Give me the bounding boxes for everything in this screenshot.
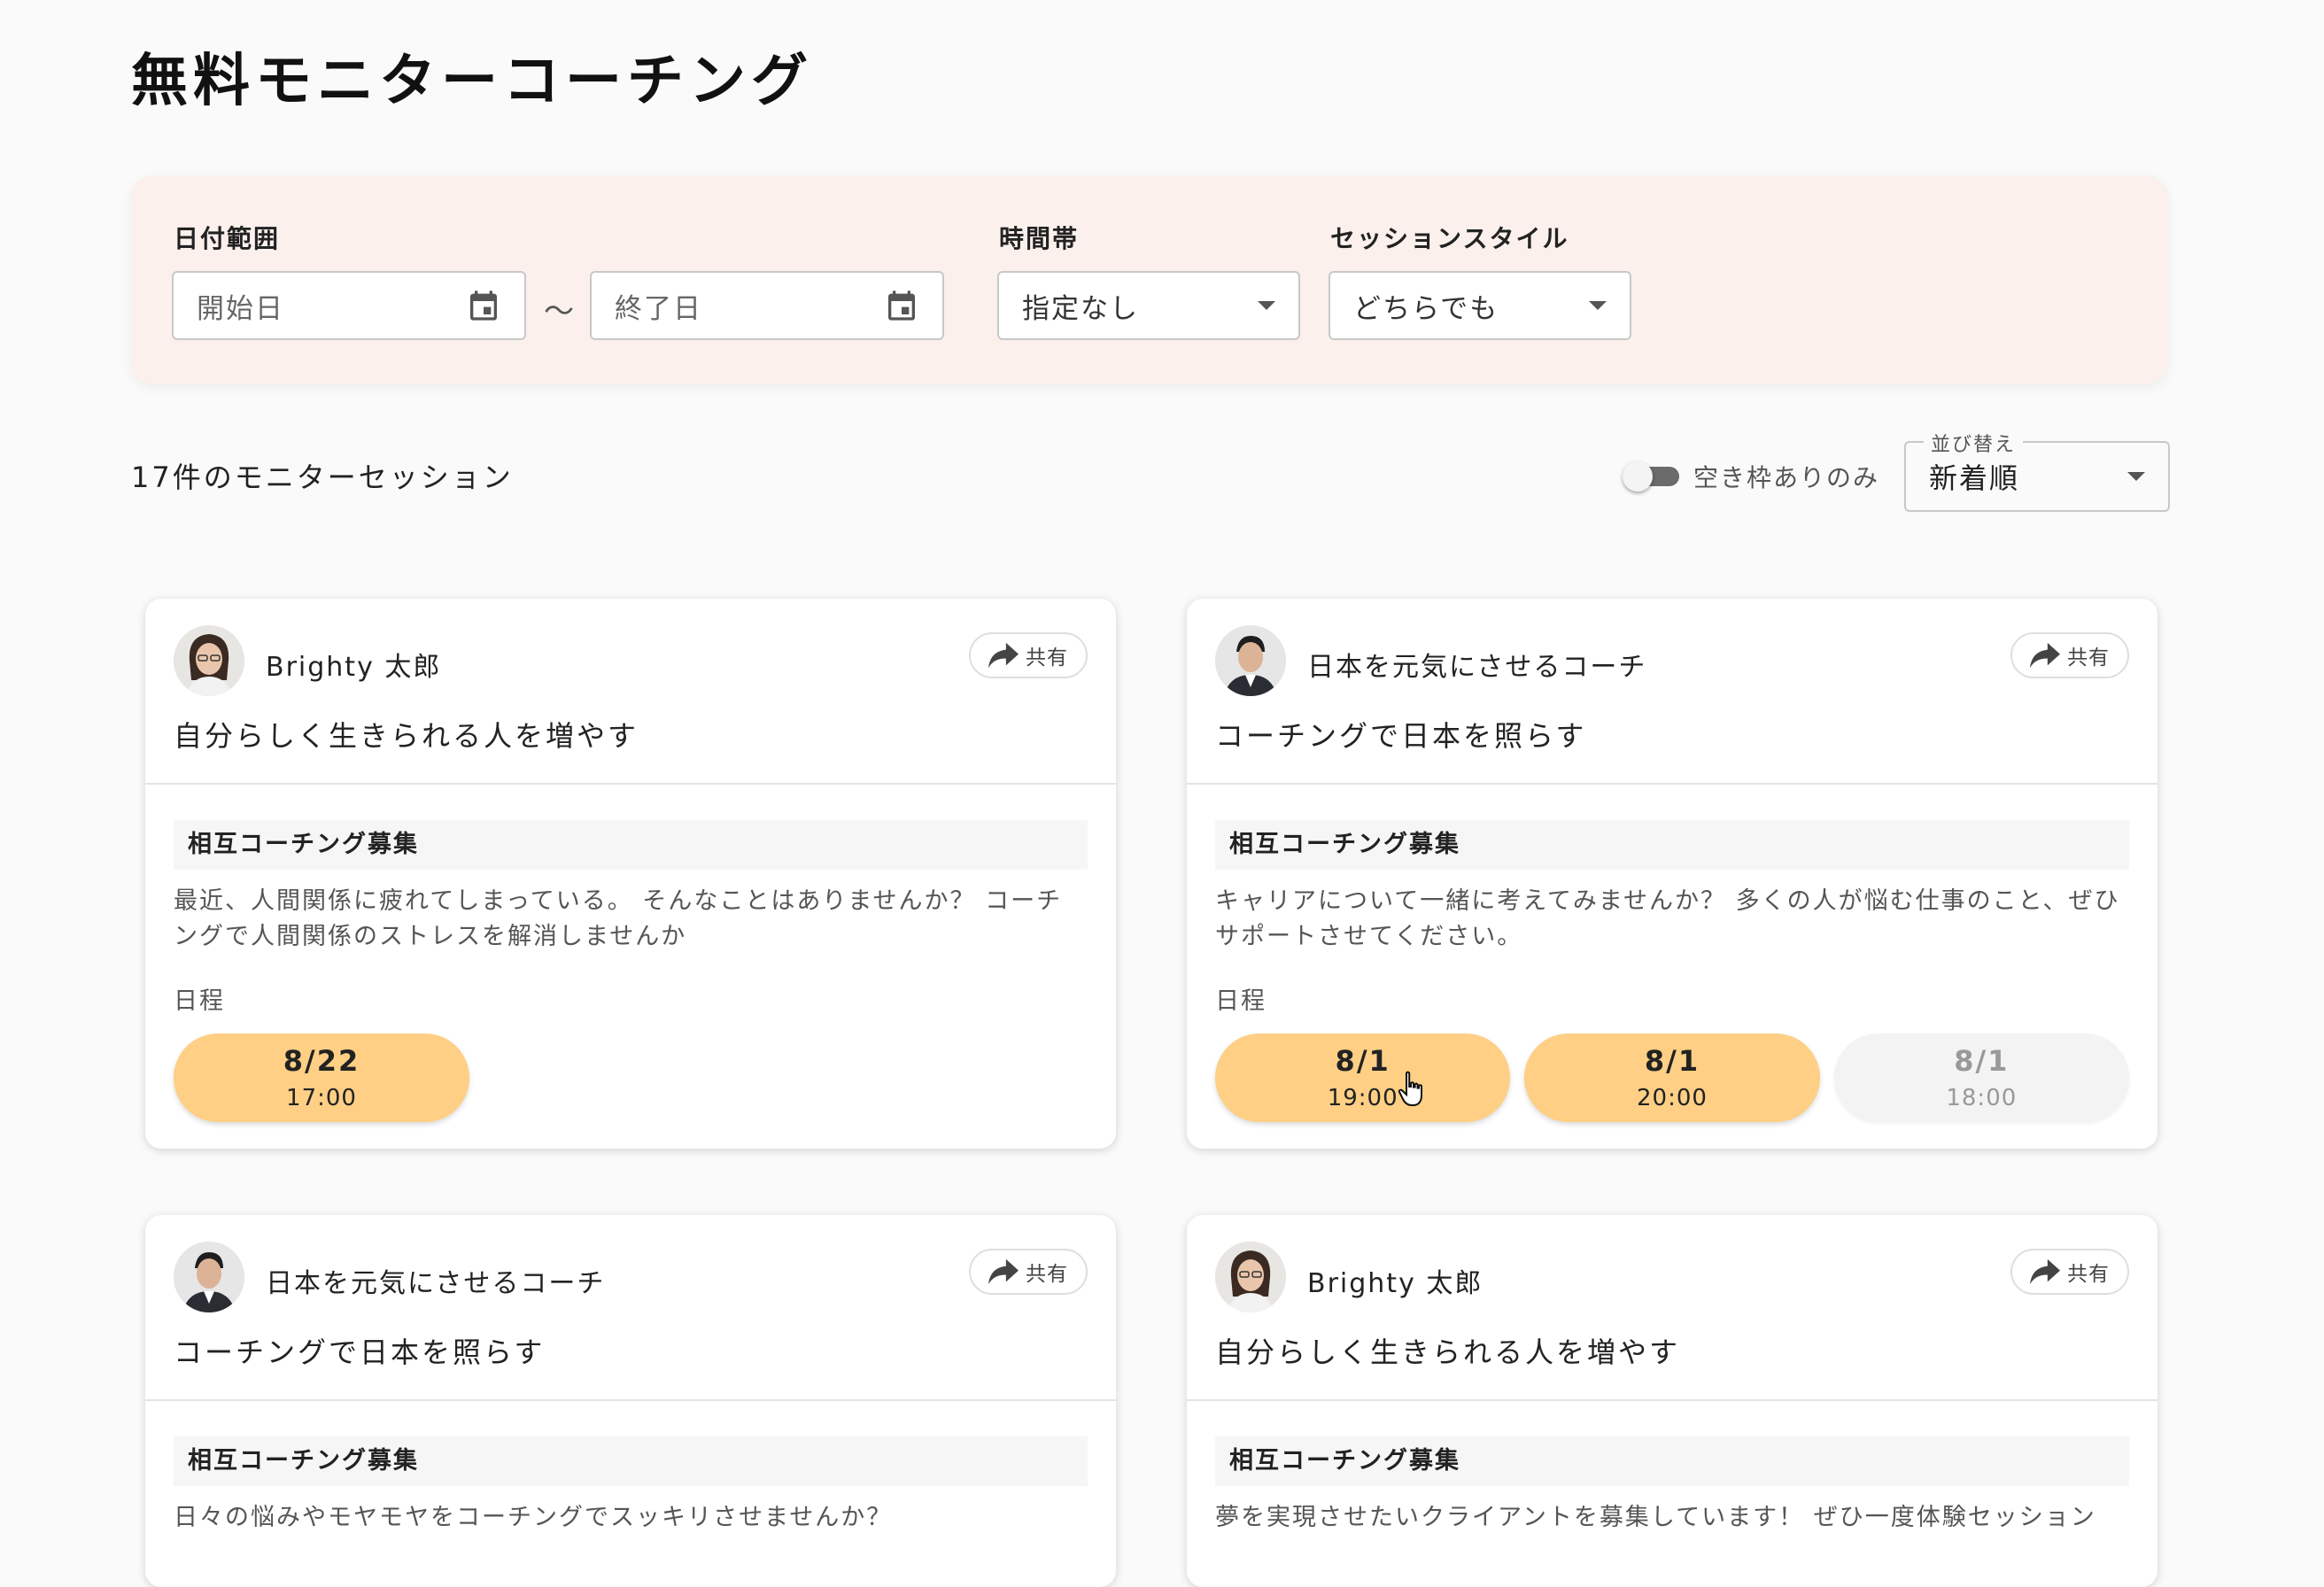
chevron-down-icon — [2127, 472, 2145, 481]
coach-name[interactable]: Brighty 太郎 — [1307, 1261, 1483, 1300]
coach-name[interactable]: Brighty 太郎 — [266, 645, 441, 684]
card-body: 相互コーチング募集 最近、人間関係に疲れてしまっている。 そんなことはありません… — [145, 785, 1116, 1149]
share-label: 共有 — [1026, 1263, 1068, 1286]
card-header: Brighty 太郎 共有 自分らしく生きられる人を増やす — [1187, 1215, 2157, 1401]
recruit-title: 相互コーチング募集 — [1215, 820, 2129, 870]
slot-time: 17:00 — [286, 1085, 357, 1111]
chevron-down-icon — [1589, 301, 1607, 310]
share-label: 共有 — [2067, 1263, 2110, 1286]
share-button[interactable]: 共有 — [969, 1249, 1088, 1295]
end-date-placeholder: 終了日 — [615, 292, 702, 325]
chevron-down-icon — [1258, 301, 1275, 310]
page-title: 無料モニターコーチング — [131, 49, 813, 114]
time-slot-select[interactable]: 指定なし — [997, 271, 1300, 340]
share-icon — [988, 1258, 1019, 1285]
avatar — [1215, 625, 1286, 696]
share-button[interactable]: 共有 — [969, 632, 1088, 678]
card-tagline: 自分らしく生きられる人を増やす — [174, 719, 639, 753]
recruit-description: キャリアについて一緒に考えてみませんか？ 多くの人が悩む仕事のこと、ぜひサポート… — [1215, 887, 2120, 950]
schedule-label: 日程 — [174, 987, 225, 1015]
start-date-placeholder: 開始日 — [197, 292, 284, 325]
session-style-label: セッションスタイル — [1330, 224, 1569, 253]
slot-date: 8/22 — [283, 1044, 360, 1078]
slot-time: 20:00 — [1637, 1085, 1708, 1111]
recruit-title: 相互コーチング募集 — [174, 1436, 1088, 1486]
slot-date: 8/1 — [1335, 1044, 1391, 1078]
card-body: 相互コーチング募集 夢を実現させたいクライアントを募集しています！ ぜひ一度体験… — [1187, 1401, 2157, 1562]
session-card[interactable]: 日本を元気にさせるコーチ 共有 コーチングで日本を照らす 相互コーチング募集 日… — [145, 1215, 1116, 1587]
avatar — [174, 1242, 244, 1312]
coach-name[interactable]: 日本を元気にさせるコーチ — [1307, 645, 1646, 684]
hand-pointer-icon — [1398, 1071, 1422, 1106]
card-body: 相互コーチング募集 キャリアについて一緒に考えてみませんか？ 多くの人が悩む仕事… — [1187, 785, 2157, 1149]
schedule-slot[interactable]: 8/1 19:00 — [1215, 1033, 1511, 1122]
recruit-title: 相互コーチング募集 — [1215, 1436, 2129, 1486]
sort-value: 新着順 — [1929, 461, 2020, 495]
time-slot-label: 時間帯 — [999, 224, 1080, 253]
recruit-description: 最近、人間関係に疲れてしまっている。 そんなことはありませんか？ コーチングで人… — [174, 887, 1063, 950]
recruit-description: 日々の悩みやモヤモヤをコーチングでスッキリさせませんか？ — [174, 1504, 893, 1531]
toggle-thumb[interactable] — [1623, 461, 1653, 492]
date-range-label: 日付範囲 — [174, 224, 281, 253]
card-header: Brighty 太郎 共有 自分らしく生きられる人を増やす — [145, 599, 1116, 785]
end-date-input[interactable]: 終了日 — [590, 271, 944, 340]
toggle-track[interactable] — [1623, 461, 1679, 492]
share-icon — [988, 642, 1019, 669]
card-tagline: コーチングで日本を照らす — [174, 1335, 546, 1369]
schedule-label: 日程 — [1215, 987, 1267, 1015]
recruit-description: 夢を実現させたいクライアントを募集しています！ ぜひ一度体験セッション — [1215, 1504, 2096, 1531]
calendar-icon[interactable] — [884, 288, 919, 323]
session-card[interactable]: Brighty 太郎 共有 自分らしく生きられる人を増やす 相互コーチング募集 … — [145, 599, 1116, 1149]
coach-name[interactable]: 日本を元気にさせるコーチ — [266, 1261, 605, 1300]
card-body: 相互コーチング募集 日々の悩みやモヤモヤをコーチングでスッキリさせませんか？ — [145, 1401, 1116, 1562]
slot-date: 8/1 — [1644, 1044, 1700, 1078]
schedule-slots: 8/22 17:00 — [174, 1033, 1088, 1122]
card-header: 日本を元気にさせるコーチ 共有 コーチングで日本を照らす — [1187, 599, 2157, 785]
schedule-slot[interactable]: 8/22 17:00 — [174, 1033, 469, 1122]
card-tagline: 自分らしく生きられる人を増やす — [1215, 1335, 1681, 1369]
share-button[interactable]: 共有 — [2010, 632, 2129, 678]
share-icon — [2030, 642, 2060, 669]
session-style-value: どちらでも — [1353, 292, 1499, 325]
session-card[interactable]: 日本を元気にさせるコーチ 共有 コーチングで日本を照らす 相互コーチング募集 キ… — [1187, 599, 2157, 1149]
avatar — [174, 625, 244, 696]
card-tagline: コーチングで日本を照らす — [1215, 719, 1587, 753]
calendar-icon[interactable] — [466, 288, 501, 323]
date-range-separator: 〜 — [544, 294, 574, 329]
share-label: 共有 — [1026, 646, 1068, 670]
filter-panel: 日付範囲 開始日 〜 終了日 時間帯 指定なし セッションスタイル どちらでも — [131, 175, 2168, 384]
sort-legend: 並び替え — [1924, 429, 2024, 457]
session-card[interactable]: Brighty 太郎 共有 自分らしく生きられる人を増やす 相互コーチング募集 … — [1187, 1215, 2157, 1587]
share-icon — [2030, 1258, 2060, 1285]
schedule-slots: 8/1 19:00 8/1 20:00 8/1 18:00 — [1215, 1033, 2129, 1122]
recruit-title: 相互コーチング募集 — [174, 820, 1088, 870]
time-slot-value: 指定なし — [1022, 292, 1139, 325]
slot-time: 19:00 — [1327, 1085, 1398, 1111]
start-date-input[interactable]: 開始日 — [172, 271, 526, 340]
availability-toggle[interactable]: 空き枠ありのみ — [1623, 459, 1880, 494]
session-style-select[interactable]: どちらでも — [1329, 271, 1631, 340]
slot-time: 18:00 — [1946, 1085, 2018, 1111]
availability-toggle-label: 空き枠ありのみ — [1693, 463, 1880, 492]
result-count: 17件のモニターセッション — [131, 461, 514, 494]
share-button[interactable]: 共有 — [2010, 1249, 2129, 1295]
slot-date: 8/1 — [1954, 1044, 2010, 1078]
schedule-slot[interactable]: 8/1 20:00 — [1524, 1033, 1820, 1122]
card-header: 日本を元気にさせるコーチ 共有 コーチングで日本を照らす — [145, 1215, 1116, 1401]
share-label: 共有 — [2067, 646, 2110, 670]
avatar — [1215, 1242, 1286, 1312]
schedule-slot-unavailable: 8/1 18:00 — [1833, 1033, 2129, 1122]
